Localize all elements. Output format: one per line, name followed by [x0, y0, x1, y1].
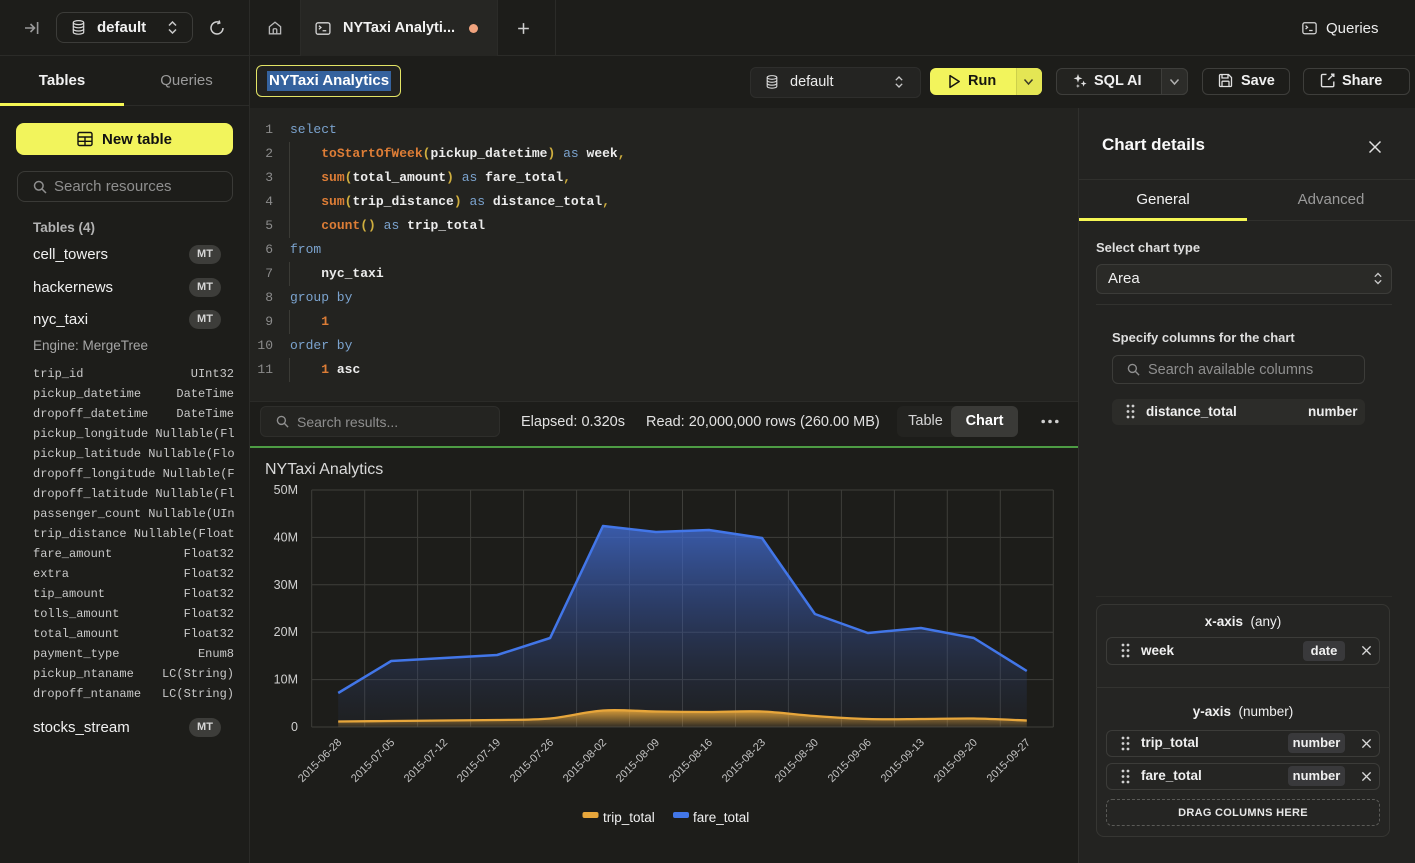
svg-text:2015-07-12: 2015-07-12: [402, 737, 450, 785]
svg-text:50M: 50M: [274, 483, 298, 497]
svg-text:2015-07-05: 2015-07-05: [349, 737, 397, 785]
svg-text:20M: 20M: [274, 625, 298, 639]
svg-text:2015-08-23: 2015-08-23: [720, 737, 768, 785]
svg-text:2015-09-20: 2015-09-20: [932, 737, 980, 785]
svg-text:NYTaxi Analytics: NYTaxi Analytics: [265, 461, 383, 478]
svg-text:2015-07-19: 2015-07-19: [455, 737, 503, 785]
svg-text:2015-08-16: 2015-08-16: [667, 737, 715, 785]
svg-text:40M: 40M: [274, 530, 298, 544]
svg-text:fare_total: fare_total: [693, 810, 749, 825]
svg-text:2015-09-06: 2015-09-06: [826, 737, 874, 785]
svg-text:2015-08-30: 2015-08-30: [773, 737, 821, 785]
svg-text:2015-08-09: 2015-08-09: [614, 737, 662, 785]
svg-text:2015-08-02: 2015-08-02: [561, 737, 609, 785]
svg-text:10M: 10M: [274, 673, 298, 687]
svg-text:trip_total: trip_total: [603, 810, 655, 825]
svg-text:2015-07-26: 2015-07-26: [508, 737, 556, 785]
svg-text:0: 0: [291, 720, 298, 734]
svg-text:30M: 30M: [274, 578, 298, 592]
svg-text:2015-06-28: 2015-06-28: [296, 737, 344, 785]
svg-text:2015-09-13: 2015-09-13: [879, 737, 927, 785]
svg-text:2015-09-27: 2015-09-27: [985, 737, 1033, 785]
